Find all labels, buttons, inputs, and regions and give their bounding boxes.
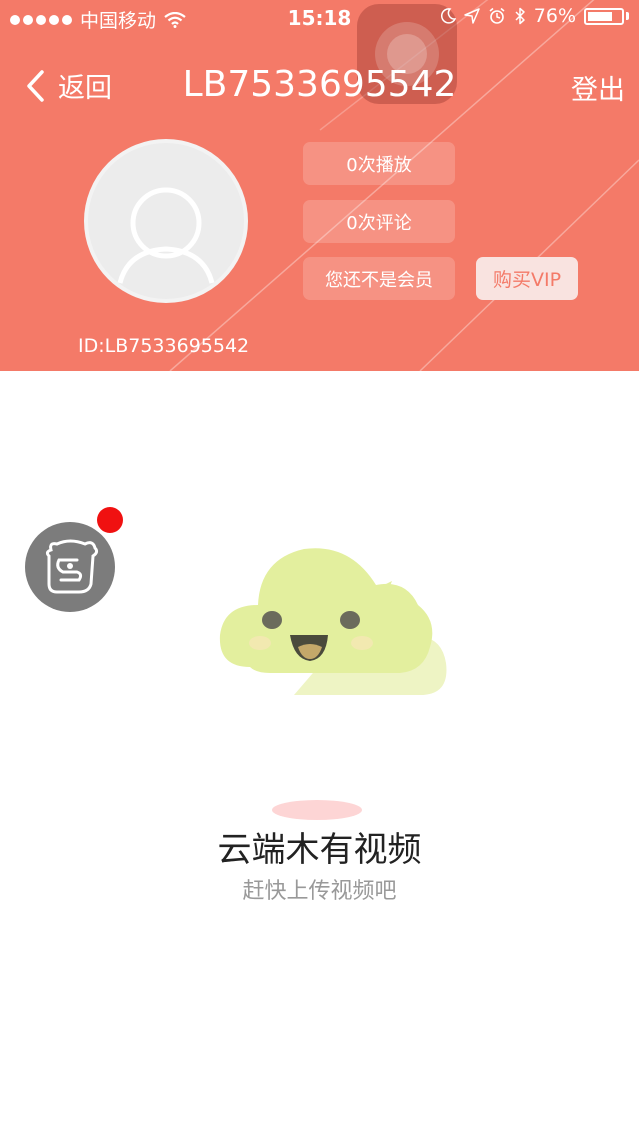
logout-button[interactable]: 登出 [571,68,625,107]
mascot-icon [45,539,99,594]
user-id-text: ID:LB7533695542 [78,335,250,357]
empty-state-title: 云端木有视频 [217,830,422,870]
notification-dot [97,507,123,533]
plays-count[interactable]: 0次播放 [303,142,455,185]
alarm-icon [489,7,505,24]
floating-mascot-button[interactable] [25,522,115,612]
page-title: LB7533695542 [182,64,457,105]
empty-state-subtitle: 赶快上传视频吧 [242,879,397,904]
status-bar: 中国移动 15:18 76% [0,0,639,36]
user-silhouette-icon [117,187,215,284]
bluetooth-icon [515,7,525,25]
location-icon [464,8,480,24]
comments-count[interactable]: 0次评论 [303,200,455,243]
battery-icon [584,7,624,25]
membership-status: 您还不是会员 [303,257,455,300]
moon-icon [440,8,456,24]
buy-vip-button[interactable]: 购买VIP [476,257,578,300]
avatar[interactable] [84,139,248,303]
profile-header: 中国移动 15:18 76% 返回 LB7533695542 登出 ID:LB7… [0,0,639,371]
cloud-shadow [272,800,362,820]
empty-cloud-illustration [219,548,447,695]
battery-percent: 76% [533,5,576,27]
